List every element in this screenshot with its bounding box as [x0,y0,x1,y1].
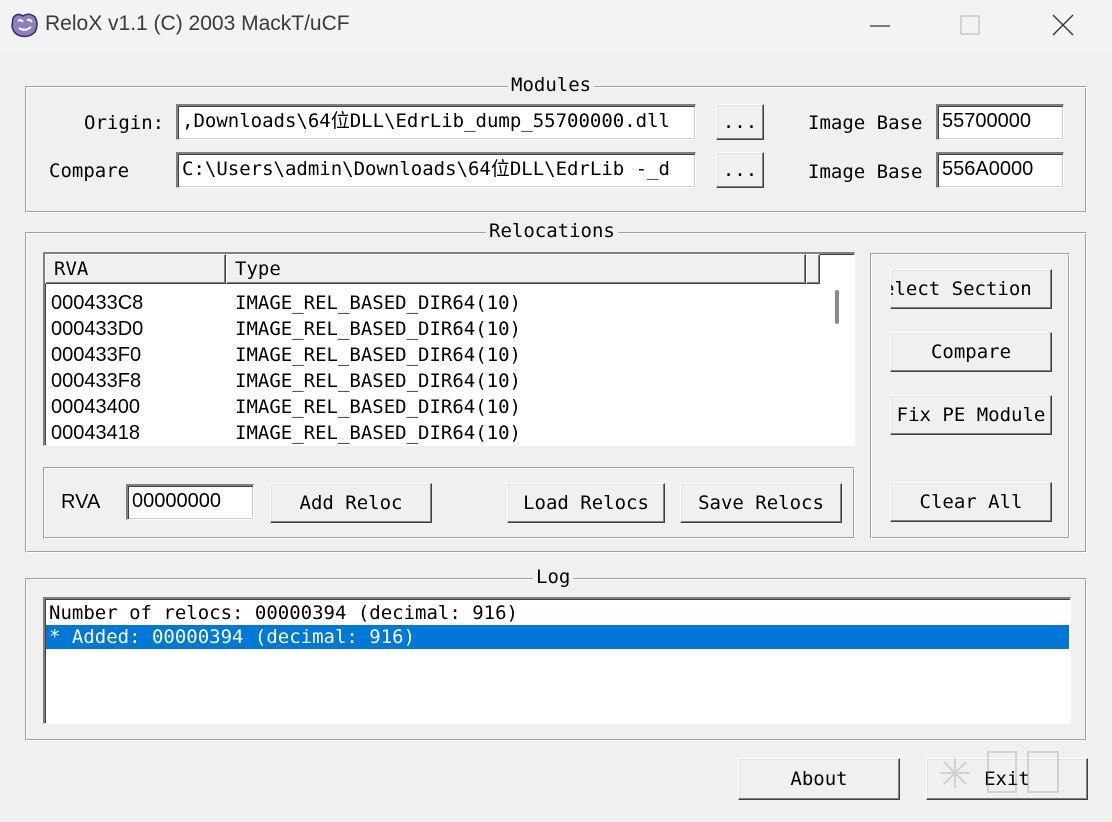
log-caption: Log [533,565,574,589]
compare-button[interactable]: Compare [890,332,1052,372]
modules-caption: Modules [508,73,595,97]
window-title: ReloX v1.1 (C) 2003 MackT/uCF [45,12,350,35]
row-type: IMAGE_REL_BASED_DIR64(10) [235,422,521,444]
origin-path-field[interactable]: ,Downloads\64位DLL\EdrLib_dump_55700000.d… [176,104,696,140]
relocations-scrollbar[interactable] [822,284,852,445]
relocations-list[interactable]: RVA Type 000433C8 IMAGE_REL_BASED_DIR64(… [43,252,855,446]
relox-app-icon [11,13,38,38]
log-line[interactable]: Number of relocs: 00000394 (decimal: 916… [46,601,1069,625]
row-rva: 000433D0 [51,318,144,340]
log-line-selected[interactable]: * Added: 00000394 (decimal: 916) [46,625,1069,649]
row-type: IMAGE_REL_BASED_DIR64(10) [235,318,521,340]
row-type: IMAGE_REL_BASED_DIR64(10) [235,396,521,418]
select-section-button[interactable]: elect Section [890,269,1052,309]
table-row[interactable]: 00043400 IMAGE_REL_BASED_DIR64(10) [45,394,815,420]
row-rva: 000433F8 [51,370,142,392]
row-rva: 00043418 [51,422,140,444]
compare-imagebase-field[interactable]: 556A0000 [936,152,1064,188]
table-row[interactable]: 000433D0 IMAGE_REL_BASED_DIR64(10) [45,316,815,342]
origin-browse-button[interactable]: ... [716,104,764,140]
origin-imagebase-field[interactable]: 55700000 [936,104,1064,140]
minimize-icon[interactable] [862,10,898,42]
fix-pe-module-button[interactable]: Fix PE Module [890,395,1052,435]
compare-imagebase-label: Image Base [808,161,923,183]
load-relocs-button[interactable]: Load Relocs [507,483,665,523]
table-row[interactable]: 00043418 IMAGE_REL_BASED_DIR64(10) [45,420,815,445]
save-relocs-button[interactable]: Save Relocs [680,483,842,523]
watermark-logo-icon [940,751,1059,793]
row-rva: 000433F0 [51,344,142,366]
compare-label: Compare [49,160,130,182]
table-row[interactable]: 000433F8 IMAGE_REL_BASED_DIR64(10) [45,368,815,394]
table-row[interactable]: 000433F0 IMAGE_REL_BASED_DIR64(10) [45,342,815,368]
table-row[interactable]: 000433C8 IMAGE_REL_BASED_DIR64(10) [45,290,815,316]
maximize-icon [960,15,980,35]
origin-label: Origin: [84,112,165,134]
add-reloc-button[interactable]: Add Reloc [270,483,432,523]
row-type: IMAGE_REL_BASED_DIR64(10) [235,344,521,366]
row-rva: 00043400 [51,396,140,418]
compare-path-field[interactable]: C:\Users\admin\Downloads\64位DLL\EdrLib -… [176,152,696,188]
compare-browse-button[interactable]: ... [716,152,764,188]
row-rva: 000433C8 [51,292,144,314]
origin-imagebase-label: Image Base [808,112,923,134]
rva-input[interactable]: 00000000 [126,484,254,520]
title-bar[interactable]: ReloX v1.1 (C) 2003 MackT/uCF [0,0,1112,52]
scrollbar-thumb[interactable] [835,290,839,324]
column-header-filler [806,254,820,284]
clear-all-button[interactable]: Clear All [890,482,1052,522]
rva-label: RVA [61,491,101,513]
select-section-label: elect Section [890,278,1032,300]
about-button[interactable]: About [738,758,900,800]
column-header-type[interactable]: Type [226,254,806,284]
log-listbox[interactable]: Number of relocs: 00000394 (decimal: 916… [43,597,1071,724]
column-header-rva[interactable]: RVA [45,254,226,284]
close-icon[interactable] [1045,10,1081,42]
row-type: IMAGE_REL_BASED_DIR64(10) [235,370,521,392]
relocations-caption: Relocations [486,219,618,243]
row-type: IMAGE_REL_BASED_DIR64(10) [235,292,521,314]
relocations-list-header: RVA Type [45,254,854,284]
